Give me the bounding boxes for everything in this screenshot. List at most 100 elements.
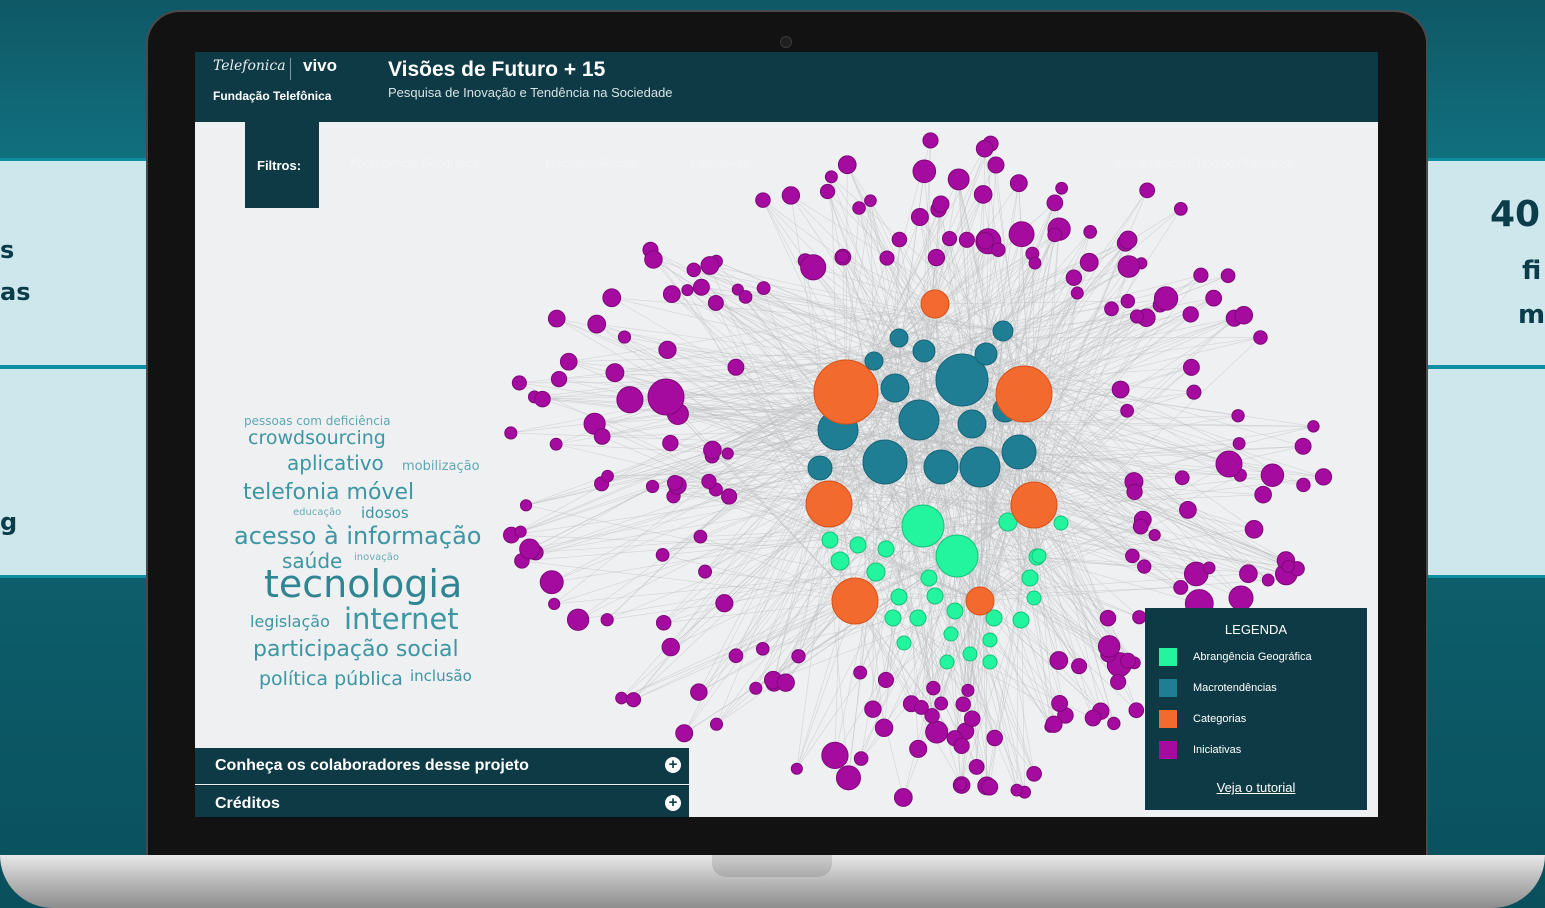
tag-politica-publica[interactable]: política pública [259, 670, 403, 689]
node-iniciativa-182[interactable] [655, 614, 672, 631]
node-iniciativa-171[interactable] [1254, 485, 1272, 504]
node-macrotendencia-12[interactable] [889, 328, 909, 348]
node-iniciativa-105[interactable] [703, 440, 722, 460]
node-iniciativa-203[interactable] [1028, 256, 1042, 270]
node-iniciativa-34[interactable] [511, 375, 527, 391]
node-iniciativa-66[interactable] [550, 370, 568, 388]
node-iniciativa-74[interactable] [690, 683, 708, 701]
node-iniciativa-19[interactable] [658, 340, 677, 359]
node-abrangencia-11[interactable] [877, 540, 895, 558]
node-iniciativa-186[interactable] [504, 426, 518, 440]
node-abrangencia-20[interactable] [896, 635, 912, 651]
node-macrotendencia-11[interactable] [912, 339, 936, 363]
node-iniciativa-198[interactable] [987, 156, 1005, 174]
node-iniciativa-64[interactable] [600, 613, 614, 627]
node-iniciativa-201[interactable] [991, 242, 1006, 257]
node-iniciativa-11[interactable] [1099, 609, 1117, 627]
node-iniciativa-185[interactable] [1070, 286, 1084, 300]
node-iniciativa-118[interactable] [549, 437, 563, 451]
node-iniciativa-194[interactable] [1026, 765, 1042, 782]
node-categoria-5[interactable] [920, 289, 950, 319]
node-macrotendencia-14[interactable] [807, 455, 833, 481]
node-iniciativa-143[interactable] [698, 564, 713, 579]
node-iniciativa-169[interactable] [968, 758, 985, 775]
node-iniciativa-144[interactable] [1232, 437, 1246, 450]
node-iniciativa-167[interactable] [932, 195, 950, 213]
node-iniciativa-104[interactable] [1137, 559, 1152, 574]
node-iniciativa-188[interactable] [1118, 230, 1138, 250]
node-iniciativa-114[interactable] [1139, 182, 1156, 199]
node-iniciativa-121[interactable] [700, 256, 720, 275]
node-iniciativa-13[interactable] [1083, 225, 1098, 239]
node-categoria-3[interactable] [1010, 481, 1058, 529]
node-iniciativa-215[interactable] [647, 378, 685, 416]
node-iniciativa-211[interactable] [749, 681, 763, 695]
node-iniciativa-102[interactable] [934, 696, 949, 711]
node-iniciativa-200[interactable] [534, 390, 551, 408]
node-iniciativa-61[interactable] [593, 428, 611, 445]
node-abrangencia-5[interactable] [1021, 569, 1039, 587]
node-categoria-2[interactable] [805, 480, 853, 528]
node-iniciativa-181[interactable] [864, 700, 882, 718]
node-abrangencia-0[interactable] [901, 504, 945, 548]
node-abrangencia-24[interactable] [982, 654, 998, 670]
node-abrangencia-13[interactable] [926, 587, 944, 605]
node-iniciativa-89[interactable] [1126, 483, 1143, 501]
node-iniciativa-173[interactable] [1281, 559, 1295, 573]
node-iniciativa-137[interactable] [973, 185, 993, 204]
filter-macrotendencias[interactable]: Macrotendências [545, 156, 636, 170]
node-categoria-0[interactable] [813, 359, 879, 425]
node-iniciativa-128[interactable] [709, 717, 724, 731]
node-iniciativa-209[interactable] [1129, 309, 1145, 324]
filter-ano-tipo[interactable]: Ano de Início / Tipo de Projeto >> [1115, 156, 1293, 170]
node-abrangencia-25[interactable] [939, 654, 955, 670]
node-iniciativa-148[interactable] [1120, 403, 1134, 418]
node-iniciativa-124[interactable] [1045, 715, 1063, 733]
node-iniciativa-216[interactable] [1228, 585, 1254, 611]
node-iniciativa-85[interactable] [738, 290, 753, 304]
node-iniciativa-2[interactable] [835, 765, 861, 791]
node-abrangencia-12[interactable] [920, 569, 938, 587]
credits-accordion[interactable]: Créditos + [195, 785, 689, 817]
node-iniciativa-80[interactable] [1047, 227, 1063, 243]
node-iniciativa-40[interactable] [781, 186, 801, 205]
tag-idosos[interactable]: idosos [361, 506, 409, 521]
tag-mobilizacao[interactable]: mobilização [402, 460, 480, 473]
node-iniciativa-70[interactable] [601, 469, 614, 483]
node-iniciativa-12[interactable] [1186, 384, 1202, 400]
node-iniciativa-176[interactable] [519, 499, 533, 512]
node-iniciativa-53[interactable] [707, 294, 724, 311]
node-iniciativa-117[interactable] [1120, 652, 1136, 669]
node-iniciativa-78[interactable] [879, 250, 895, 266]
node-iniciativa-168[interactable] [893, 788, 913, 807]
tutorial-link[interactable]: Veja o tutorial [1145, 780, 1367, 795]
node-iniciativa-83[interactable] [728, 648, 744, 664]
node-iniciativa-151[interactable] [756, 281, 771, 295]
node-iniciativa-132[interactable] [821, 741, 849, 770]
tag-educacao[interactable]: educação [293, 508, 341, 518]
node-iniciativa-155[interactable] [953, 737, 970, 755]
node-iniciativa-187[interactable] [1097, 635, 1121, 658]
node-iniciativa-184[interactable] [835, 250, 850, 264]
node-iniciativa-116[interactable] [1065, 269, 1083, 286]
node-macrotendencia-9[interactable] [974, 342, 998, 366]
node-iniciativa-164[interactable] [675, 724, 694, 743]
node-iniciativa-81[interactable] [1220, 268, 1236, 284]
node-macrotendencia-1[interactable] [898, 399, 940, 441]
node-iniciativa-30[interactable] [853, 751, 869, 766]
node-iniciativa-32[interactable] [1205, 289, 1223, 307]
node-iniciativa-122[interactable] [1261, 573, 1275, 587]
node-iniciativa-59[interactable] [1307, 420, 1320, 433]
filters-tab[interactable]: Filtros: [245, 122, 319, 208]
node-iniciativa-60[interactable] [693, 529, 708, 544]
node-iniciativa-58[interactable] [926, 680, 941, 696]
node-iniciativa-130[interactable] [891, 231, 908, 248]
tag-tecnologia[interactable]: tecnologia [264, 565, 462, 603]
node-iniciativa-63[interactable] [1260, 463, 1285, 487]
node-iniciativa-192[interactable] [947, 168, 970, 191]
node-iniciativa-208[interactable] [1008, 221, 1035, 248]
node-iniciativa-149[interactable] [1107, 716, 1121, 731]
node-iniciativa-183[interactable] [721, 488, 738, 505]
node-iniciativa-36[interactable] [539, 570, 564, 595]
node-iniciativa-131[interactable] [1009, 174, 1028, 193]
